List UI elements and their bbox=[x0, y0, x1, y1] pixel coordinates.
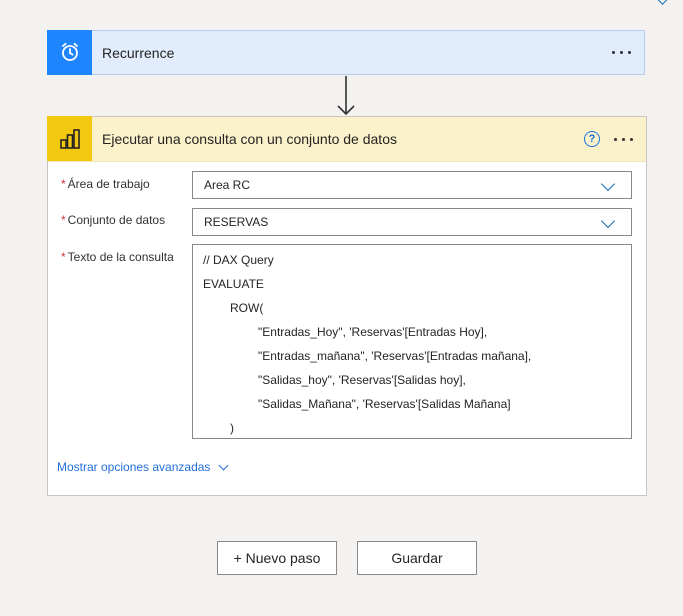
query-textarea[interactable]: // DAX Query EVALUATE ROW( "Entradas_Hoy… bbox=[192, 244, 632, 439]
dataset-label-text: Conjunto de datos bbox=[67, 213, 166, 227]
required-asterisk: * bbox=[61, 177, 66, 191]
chevron-down-icon bbox=[218, 460, 229, 470]
new-step-button[interactable]: + Nuevo paso bbox=[217, 541, 337, 575]
recurrence-title: Recurrence bbox=[102, 44, 175, 61]
chevron-down-icon bbox=[600, 176, 616, 192]
advanced-link-label: Mostrar opciones avanzadas bbox=[57, 460, 211, 474]
required-asterisk: * bbox=[61, 213, 66, 227]
dataset-dropdown[interactable]: RESERVAS bbox=[192, 208, 632, 236]
alarm-clock-icon bbox=[47, 29, 92, 75]
workspace-value: Area RC bbox=[204, 178, 251, 192]
query-label: * Texto de la consulta bbox=[61, 250, 174, 264]
query-line: "Entradas_mañana", 'Reservas'[Entradas m… bbox=[258, 349, 532, 363]
query-line: "Entradas_Hoy", 'Reservas'[Entradas Hoy]… bbox=[258, 325, 488, 339]
workspace-label-text: Área de trabajo bbox=[67, 177, 150, 191]
workspace-dropdown[interactable]: Area RC bbox=[192, 171, 632, 199]
query-line: EVALUATE bbox=[203, 277, 264, 291]
action-title: Ejecutar una consulta con un conjunto de… bbox=[102, 131, 397, 147]
dataset-label: * Conjunto de datos bbox=[61, 213, 165, 227]
arrow-down-icon bbox=[337, 76, 355, 116]
recurrence-card[interactable]: Recurrence bbox=[47, 29, 645, 75]
help-icon[interactable]: ? bbox=[584, 131, 600, 147]
action-more-options-button[interactable] bbox=[608, 127, 638, 151]
chevron-down-icon bbox=[600, 213, 616, 229]
run-query-action-card: Ejecutar una consulta con un conjunto de… bbox=[47, 116, 647, 496]
power-bi-icon bbox=[47, 116, 92, 161]
query-line: "Salidas_Mañana", 'Reservas'[Salidas Mañ… bbox=[258, 397, 511, 411]
query-line: "Salidas_hoy", 'Reservas'[Salidas hoy], bbox=[258, 373, 466, 387]
workspace-label: * Área de trabajo bbox=[61, 177, 150, 191]
query-line: ) bbox=[230, 421, 234, 435]
scroll-indicator-icon bbox=[656, 0, 669, 5]
dataset-value: RESERVAS bbox=[204, 215, 269, 229]
recurrence-more-options-button[interactable] bbox=[606, 41, 636, 65]
query-line: // DAX Query bbox=[203, 253, 274, 267]
required-asterisk: * bbox=[61, 250, 66, 264]
show-advanced-options-link[interactable]: Mostrar opciones avanzadas bbox=[57, 460, 229, 474]
save-button[interactable]: Guardar bbox=[357, 541, 477, 575]
query-line: ROW( bbox=[230, 301, 264, 315]
query-label-text: Texto de la consulta bbox=[67, 250, 174, 264]
action-header[interactable]: Ejecutar una consulta con un conjunto de… bbox=[47, 116, 646, 162]
